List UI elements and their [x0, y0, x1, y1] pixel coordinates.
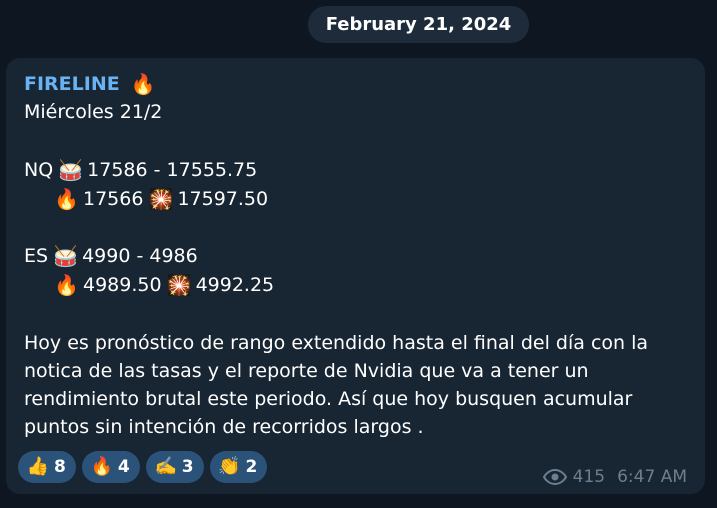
es-targets-line: 🔥 4989.50 🎇 4992.25: [54, 273, 274, 297]
nq-range: 17586 - 17555.75: [87, 159, 258, 181]
fireworks-icon: 🎇: [166, 273, 192, 297]
message-time: 6:47 AM: [617, 467, 687, 487]
clapping-hands-icon: 👏: [218, 456, 241, 477]
nq-targets-line: 🔥 17566 🎇 17597.50: [54, 187, 268, 211]
nq-label: NQ: [24, 159, 54, 181]
message-paragraph: Hoy es pronóstico de rango extendido has…: [24, 329, 689, 441]
nq-range-line: NQ 🥁 17586 - 17555.75: [24, 158, 257, 182]
view-count: 415: [572, 467, 606, 487]
es-range: 4990 - 4986: [82, 245, 198, 267]
writing-hand-icon: ✍️: [154, 456, 177, 477]
drum-icon: 🥁: [53, 244, 78, 268]
thumbs-up-icon: 👍: [26, 456, 50, 477]
paragraph-line: notica de las tasas y el reporte de Nvid…: [24, 360, 589, 382]
reaction-count: 8: [54, 457, 66, 477]
nq-target-high: 17597.50: [177, 188, 269, 210]
day-text: Miércoles 21/2: [24, 101, 163, 123]
paragraph-line: puntos sin intención de recorridos largo…: [24, 416, 424, 438]
paragraph-line: rendimiento brutal este periodo. Así que…: [24, 388, 633, 410]
reaction-count: 2: [245, 457, 258, 477]
reaction-clapping-hands[interactable]: 👏 2: [209, 451, 268, 483]
drum-icon: 🥁: [58, 158, 84, 182]
date-divider-container: February 21, 2024: [0, 6, 717, 43]
eye-icon: [542, 469, 567, 485]
es-label: ES: [24, 245, 49, 267]
es-target-high: 4992.25: [195, 274, 275, 296]
fire-icon: 🔥: [90, 456, 114, 477]
paragraph-line: Hoy es pronóstico de rango extendido has…: [24, 332, 649, 354]
date-divider[interactable]: February 21, 2024: [307, 6, 530, 43]
es-target-low: 4989.50: [83, 274, 162, 296]
reactions-bar: 👍 8 🔥 4 ✍️ 3 👏 2: [18, 451, 268, 483]
message-meta: 415 6:47 AM: [542, 467, 687, 487]
fireworks-icon: 🎇: [148, 187, 174, 211]
fire-icon: 🔥: [54, 187, 79, 211]
sender-name[interactable]: FIRELINE: [24, 73, 120, 95]
nq-target-low: 17566: [83, 188, 144, 210]
reaction-writing-hand[interactable]: ✍️ 3: [145, 451, 204, 483]
fire-icon: 🔥: [130, 72, 156, 96]
reaction-thumbs-up[interactable]: 👍 8: [18, 451, 76, 483]
es-range-line: ES 🥁 4990 - 4986: [24, 244, 198, 268]
day-line: Miércoles 21/2: [24, 101, 162, 123]
reaction-fire[interactable]: 🔥 4: [81, 451, 140, 483]
sender-header[interactable]: FIRELINE 🔥: [24, 72, 160, 96]
reaction-count: 4: [117, 457, 130, 477]
fire-icon: 🔥: [54, 273, 79, 297]
message-bubble[interactable]: FIRELINE 🔥 Miércoles 21/2 NQ 🥁 17586 - 1…: [6, 58, 705, 494]
reaction-count: 3: [181, 457, 194, 477]
